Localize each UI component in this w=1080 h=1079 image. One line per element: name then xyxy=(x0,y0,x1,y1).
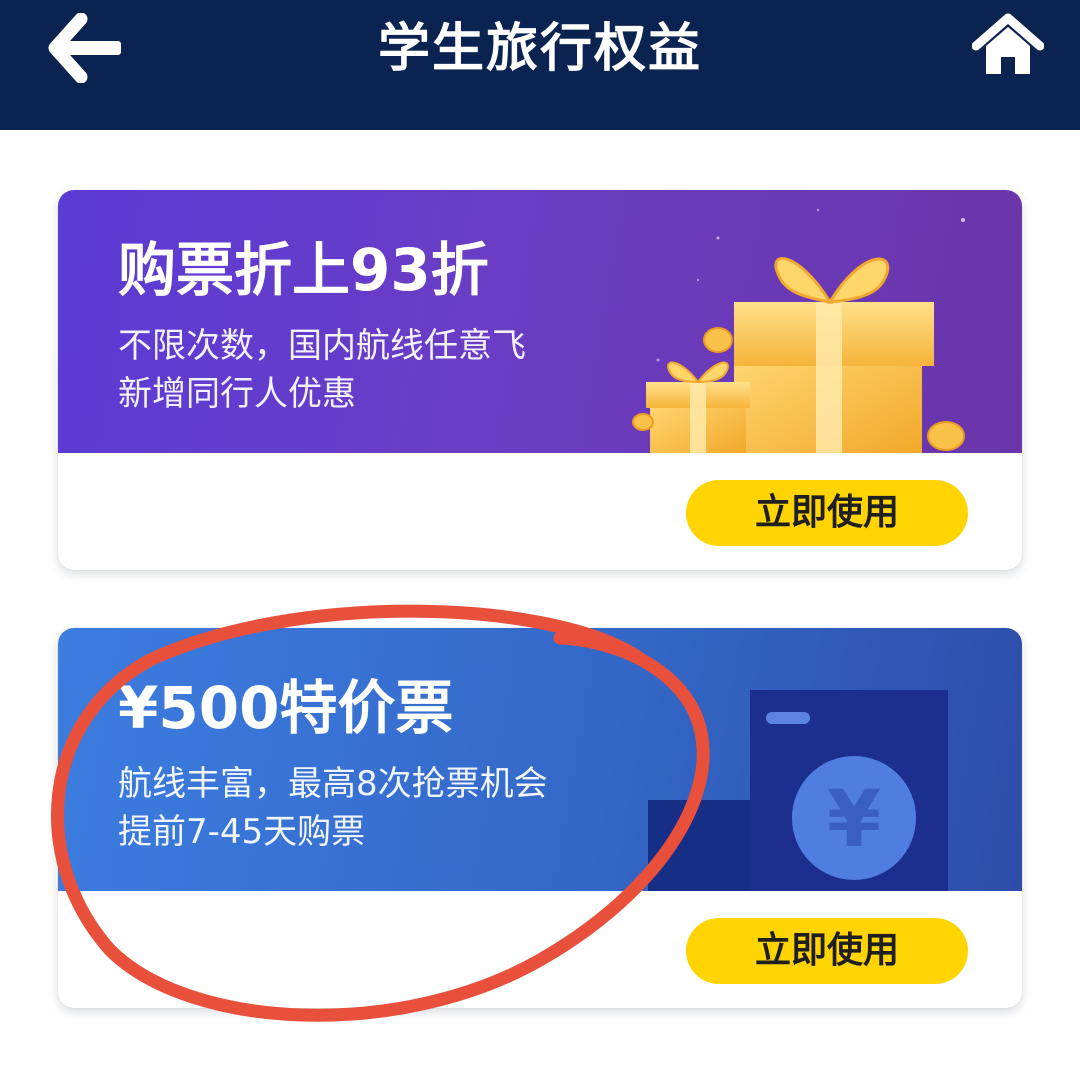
special-fare-card: ¥ ¥500特价票 航线丰富，最高8次抢票机会 提前7-45天购票 立即使用 xyxy=(58,628,1022,1008)
use-now-button[interactable]: 立即使用 xyxy=(686,480,968,546)
top-header: 学生旅行权益 xyxy=(0,0,1080,130)
home-icon xyxy=(972,13,1044,74)
discount-title: 购票折上93折 xyxy=(118,236,489,304)
use-now-button-2[interactable]: 立即使用 xyxy=(686,918,968,984)
special-fare-banner: ¥ ¥500特价票 航线丰富，最高8次抢票机会 提前7-45天购票 xyxy=(58,628,1022,891)
special-fare-desc-1: 航线丰富，最高8次抢票机会 xyxy=(118,764,548,804)
page-title: 学生旅行权益 xyxy=(377,19,702,79)
discount-card: 购票折上93折 不限次数，国内航线任意飞 新增同行人优惠 立即使用 xyxy=(58,190,1022,570)
special-fare-desc-2: 提前7-45天购票 xyxy=(118,812,366,852)
special-fare-title: ¥500特价票 xyxy=(118,674,454,742)
yen-symbol: ¥ xyxy=(827,775,881,865)
discount-desc-1: 不限次数，国内航线任意飞 xyxy=(118,326,526,366)
discount-desc-2: 新增同行人优惠 xyxy=(118,374,356,414)
discount-banner: 购票折上93折 不限次数，国内航线任意飞 新增同行人优惠 xyxy=(58,190,1022,453)
home-button[interactable] xyxy=(970,10,1046,80)
